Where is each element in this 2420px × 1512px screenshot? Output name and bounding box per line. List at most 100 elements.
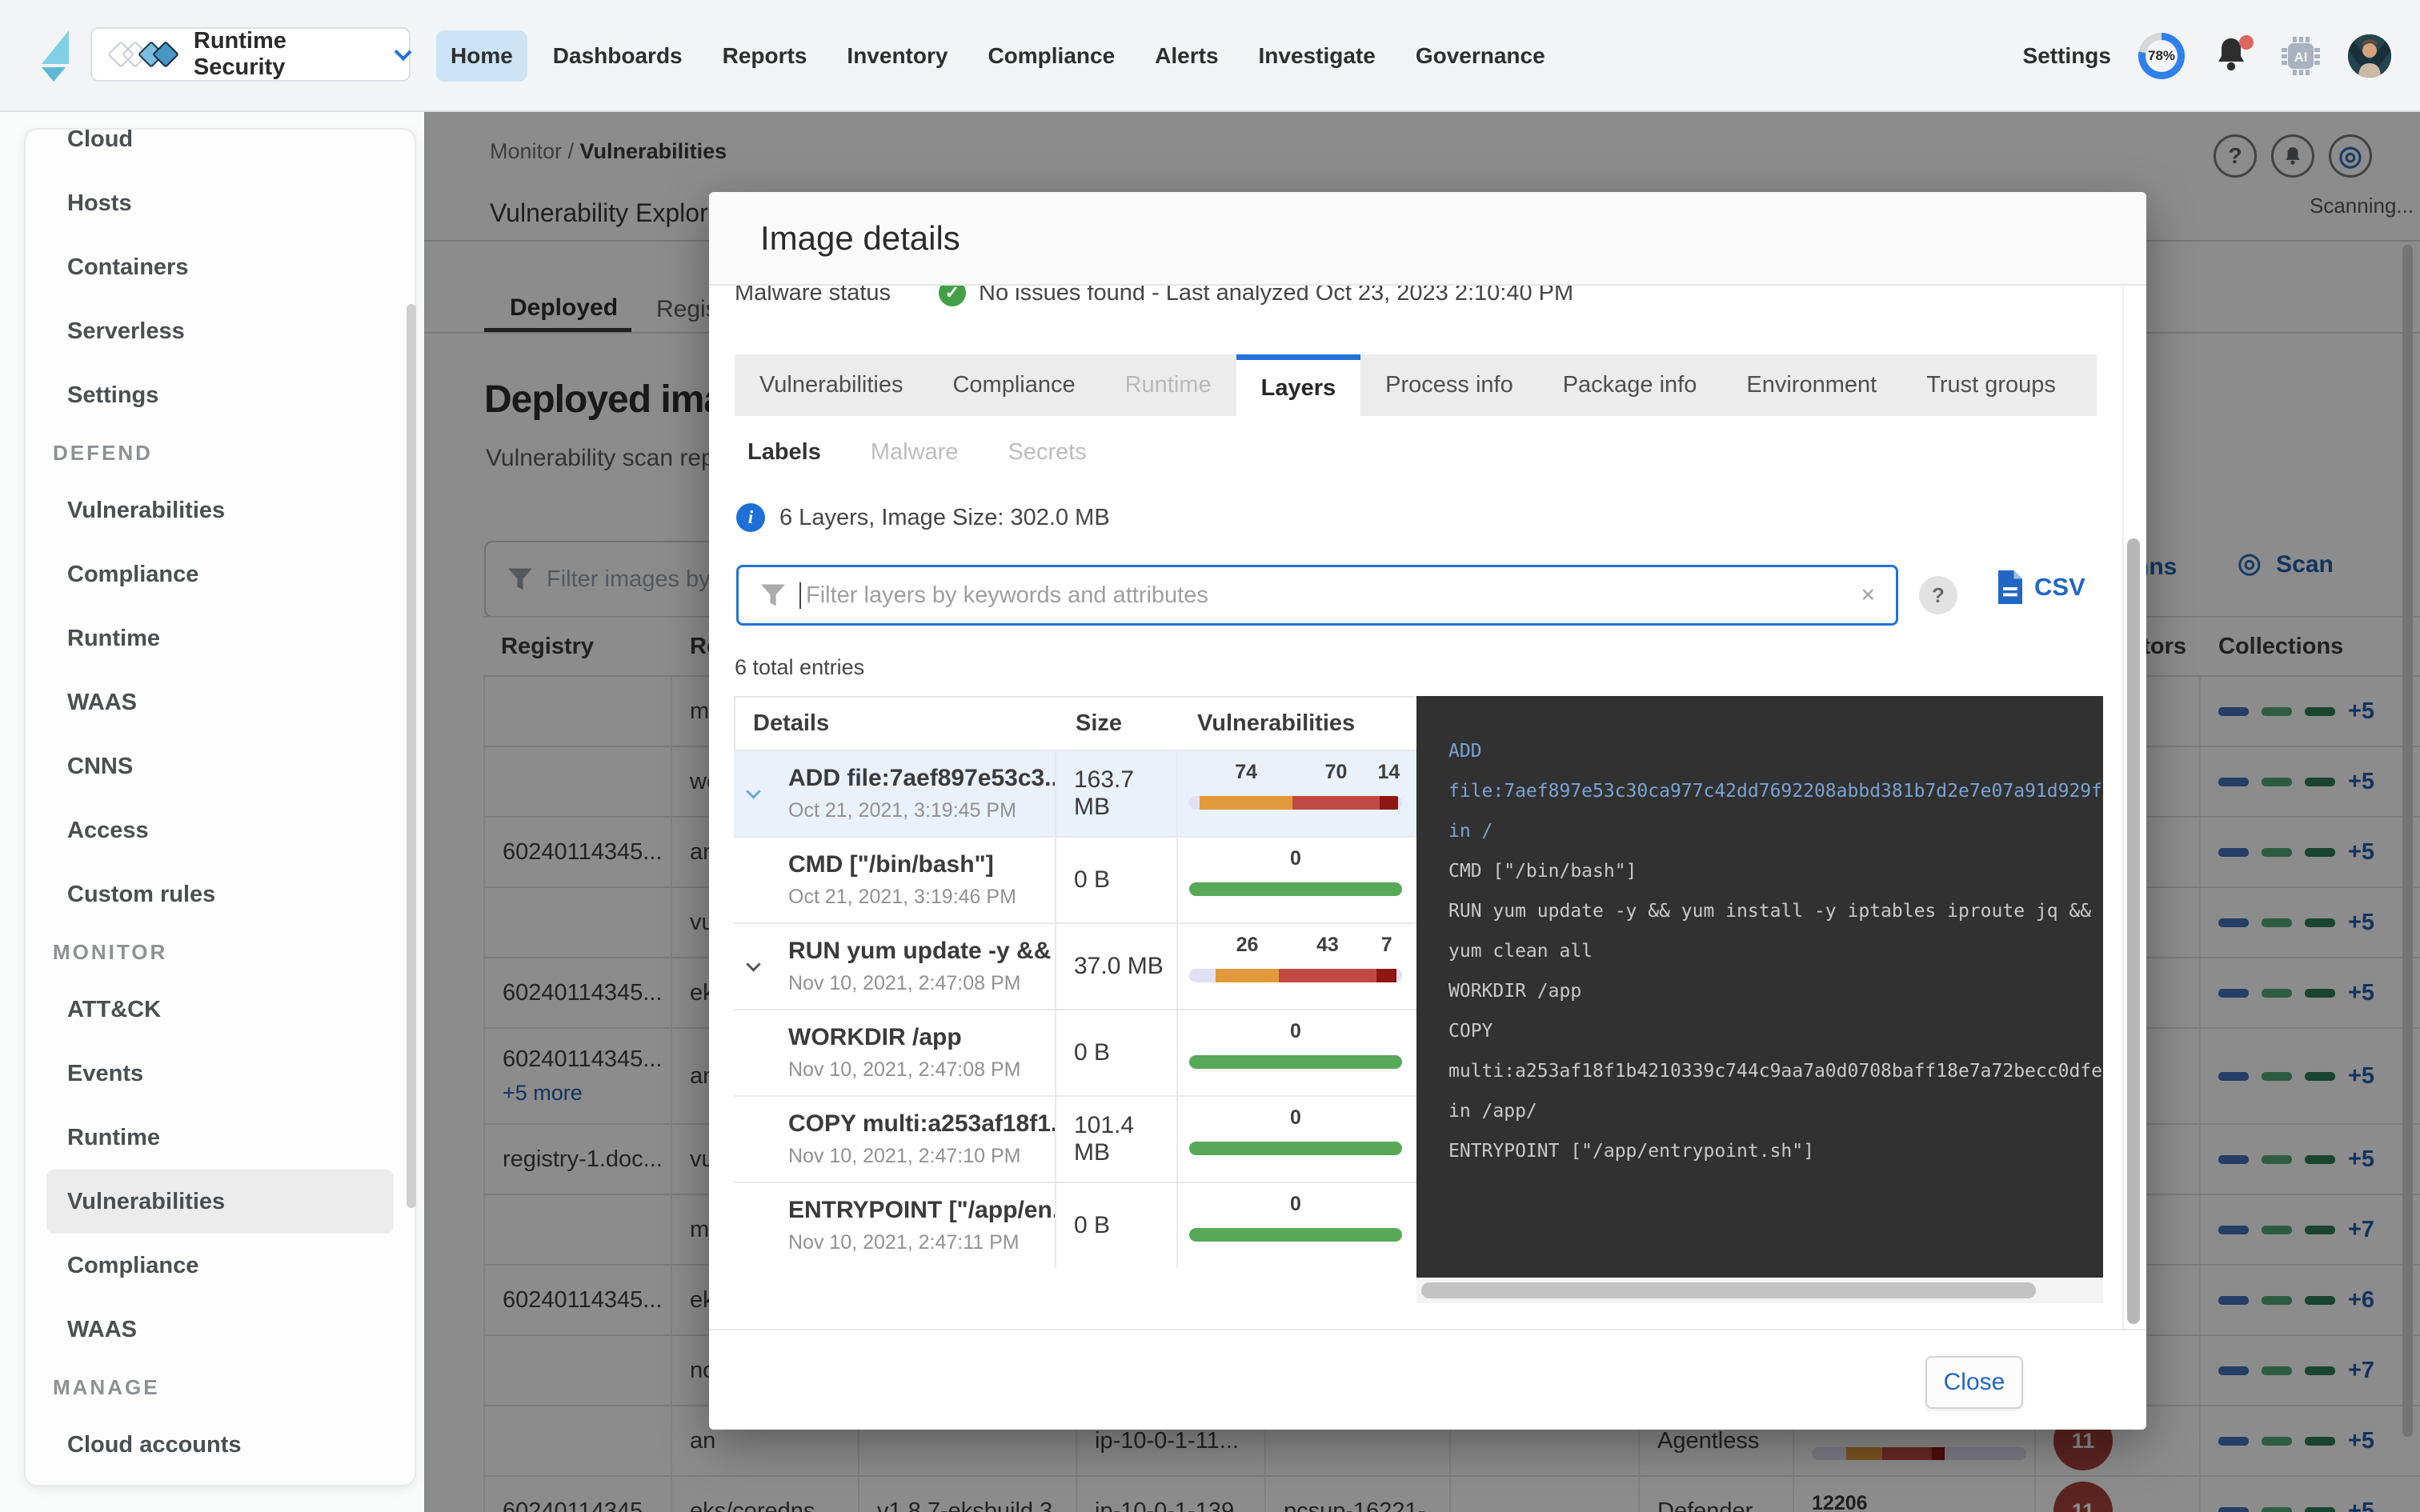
layer-details-cell: WORKDIR /appNov 10, 2021, 2:47:08 PM <box>734 1010 1056 1095</box>
modal-tab-environment[interactable]: Environment <box>1721 354 1901 416</box>
vulnerability-bar-labels: 747014 <box>1189 761 1402 785</box>
modal-tab-process-info[interactable]: Process info <box>1360 354 1538 416</box>
layer-vulnerabilities-cell: 26437 <box>1178 924 1416 1009</box>
vulnerability-bar-track <box>1189 796 1402 810</box>
close-button[interactable]: Close <box>1925 1356 2023 1409</box>
vulnerability-bar-labels: 26437 <box>1189 934 1402 958</box>
dockerfile-code-panel: ADDfile:7aef897e53c30ca977c42dd7692208ab… <box>1416 696 2103 1278</box>
sidebar-item-containers[interactable]: Containers <box>46 235 394 299</box>
sidebar-section-monitor: MONITOR <box>46 926 394 978</box>
brand-logo-icon[interactable] <box>40 29 72 83</box>
modal-subtab-malware: Malware <box>871 439 959 466</box>
sidebar-item-hosts[interactable]: Hosts <box>46 171 394 235</box>
sidebar-item-cloud[interactable]: Cloud <box>46 128 394 171</box>
sidebar-item-compliance[interactable]: Compliance <box>46 1234 394 1298</box>
sidebar-item-logs[interactable]: Logs <box>46 1477 394 1486</box>
sidebar-item-access[interactable]: Access <box>46 798 394 862</box>
check-circle-icon: ✓ <box>939 286 966 306</box>
layer-row[interactable]: RUN yum update -y && ...Nov 10, 2021, 2:… <box>734 922 1416 1009</box>
chevron-down-icon[interactable] <box>746 957 760 971</box>
nav-item-home[interactable]: Home <box>436 30 527 82</box>
sidebar-item-vulnerabilities[interactable]: Vulnerabilities <box>46 1170 394 1234</box>
vulnerability-bar-labels: 0 <box>1189 1020 1402 1044</box>
modal-title: Image details <box>760 219 960 258</box>
layer-command: COPY multi:a253af18f1... <box>788 1110 1056 1138</box>
nav-item-governance[interactable]: Governance <box>1401 30 1560 82</box>
layer-size-cell: 37.0 MB <box>1056 924 1178 1009</box>
layer-command: WORKDIR /app <box>788 1024 962 1051</box>
modal-scrollbar[interactable] <box>2127 538 2140 1324</box>
filter-help-button[interactable]: ? <box>1919 576 1957 614</box>
nav-item-reports[interactable]: Reports <box>708 30 822 82</box>
sidebar-item-vulnerabilities[interactable]: Vulnerabilities <box>46 478 394 542</box>
layer-vulnerabilities-cell: 747014 <box>1178 751 1416 836</box>
malware-status-value: No issues found - Last analyzed Oct 23, … <box>979 286 1573 306</box>
sidebar-item-cloud-accounts[interactable]: Cloud accounts <box>46 1413 394 1477</box>
csv-file-icon <box>1996 570 2025 604</box>
nav-item-investigate[interactable]: Investigate <box>1244 30 1390 82</box>
layer-row[interactable]: CMD ["/bin/bash"]Oct 21, 2021, 3:19:46 P… <box>734 836 1416 922</box>
modal-tab-layers[interactable]: Layers <box>1236 354 1361 416</box>
modal-subtab-labels[interactable]: Labels <box>747 439 821 466</box>
sidebar-item-serverless[interactable]: Serverless <box>46 299 394 363</box>
chevron-down-icon[interactable] <box>746 784 760 798</box>
nav-item-alerts[interactable]: Alerts <box>1140 30 1232 82</box>
credits-progress-ring[interactable]: 78% <box>2138 33 2185 79</box>
ai-copilot-button[interactable]: AI <box>2281 36 2321 76</box>
layer-row[interactable]: WORKDIR /appNov 10, 2021, 2:47:08 PM0 B0 <box>734 1009 1416 1095</box>
user-avatar[interactable] <box>2348 34 2391 78</box>
clear-filter-icon[interactable]: × <box>1861 582 1875 609</box>
layer-row[interactable]: ADD file:7aef897e53c3...Oct 21, 2021, 3:… <box>734 750 1416 836</box>
modal-tab-compliance[interactable]: Compliance <box>928 354 1100 416</box>
nav-item-dashboards[interactable]: Dashboards <box>539 30 697 82</box>
layer-row[interactable]: ENTRYPOINT ["/app/en...Nov 10, 2021, 2:4… <box>734 1182 1416 1268</box>
sidebar-item-waas[interactable]: WAAS <box>46 670 394 734</box>
sidebar-item-runtime[interactable]: Runtime <box>46 606 394 670</box>
nav-item-inventory[interactable]: Inventory <box>832 30 962 82</box>
csv-export-button[interactable]: CSV <box>1996 570 2085 604</box>
code-line: CMD ["/bin/bash"] <box>1448 851 2103 891</box>
modal-header: Image details <box>709 192 2146 286</box>
layer-details-cell: ADD file:7aef897e53c3...Oct 21, 2021, 3:… <box>734 751 1056 836</box>
malware-status-label: Malware status <box>735 286 891 306</box>
layer-size-cell: 0 B <box>1056 838 1178 922</box>
sidebar-item-custom-rules[interactable]: Custom rules <box>46 862 394 926</box>
sidebar-scrollbar[interactable] <box>407 304 416 1208</box>
sidebar-section-manage: MANAGE <box>46 1362 394 1413</box>
modal-tab-trust-groups[interactable]: Trust groups <box>1901 354 2081 416</box>
product-switcher[interactable]: Runtime Security <box>90 27 411 82</box>
modal-tab-vulnerabilities[interactable]: Vulnerabilities <box>735 354 928 416</box>
code-line: multi:a253af18f1b4210339c744c9aa7a0d0708… <box>1448 1051 2103 1091</box>
modal-tab-package-info[interactable]: Package info <box>1538 354 1722 416</box>
notifications-button[interactable] <box>2212 34 2254 78</box>
layer-vulnerabilities-cell: 0 <box>1178 1183 1416 1268</box>
sidebar-item-waas[interactable]: WAAS <box>46 1298 394 1362</box>
layer-vulnerabilities-cell: 0 <box>1178 1097 1416 1182</box>
total-entries: 6 total entries <box>735 655 864 680</box>
sidebar-item-cnns[interactable]: CNNS <box>46 734 394 798</box>
vulnerability-bar-track <box>1189 1055 1402 1069</box>
layers-filter-input[interactable]: Filter layers by keywords and attributes… <box>736 565 1898 626</box>
nav-item-compliance[interactable]: Compliance <box>973 30 1129 82</box>
sidebar-item-events[interactable]: Events <box>46 1042 394 1106</box>
page-scrollbar[interactable] <box>2402 245 2413 1437</box>
sidebar-item-settings[interactable]: Settings <box>46 363 394 427</box>
notification-dot <box>2239 35 2254 50</box>
code-panel-hscrollbar[interactable] <box>1416 1278 2103 1303</box>
layer-details-cell: ENTRYPOINT ["/app/en...Nov 10, 2021, 2:4… <box>734 1183 1056 1268</box>
layers-column-header: Vulnerabilities <box>1180 710 1418 737</box>
layer-date: Nov 10, 2021, 2:47:10 PM <box>788 1145 1020 1168</box>
layer-row[interactable]: COPY multi:a253af18f1... Nov 10, 2021, 2:… <box>734 1095 1416 1182</box>
sidebar-item-att-ck[interactable]: ATT&CK <box>46 978 394 1042</box>
layer-size-cell: 101.4 MB <box>1056 1097 1178 1182</box>
sidebar-item-compliance[interactable]: Compliance <box>46 542 394 606</box>
code-line: ENTRYPOINT ["/app/entrypoint.sh"] <box>1448 1131 2103 1171</box>
chevron-down-icon <box>394 43 411 61</box>
layers-table-header: DetailsSizeVulnerabilities <box>734 696 1416 750</box>
layer-date: Nov 10, 2021, 2:47:11 PM <box>788 1231 1020 1254</box>
sidebar-item-runtime[interactable]: Runtime <box>46 1106 394 1170</box>
code-line: RUN yum update -y && yum install -y ipta… <box>1448 891 2103 931</box>
nav-settings[interactable]: Settings <box>2023 43 2111 69</box>
vulnerability-bar-labels: 0 <box>1189 1106 1402 1130</box>
layers-info-text: 6 Layers, Image Size: 302.0 MB <box>779 505 1110 531</box>
